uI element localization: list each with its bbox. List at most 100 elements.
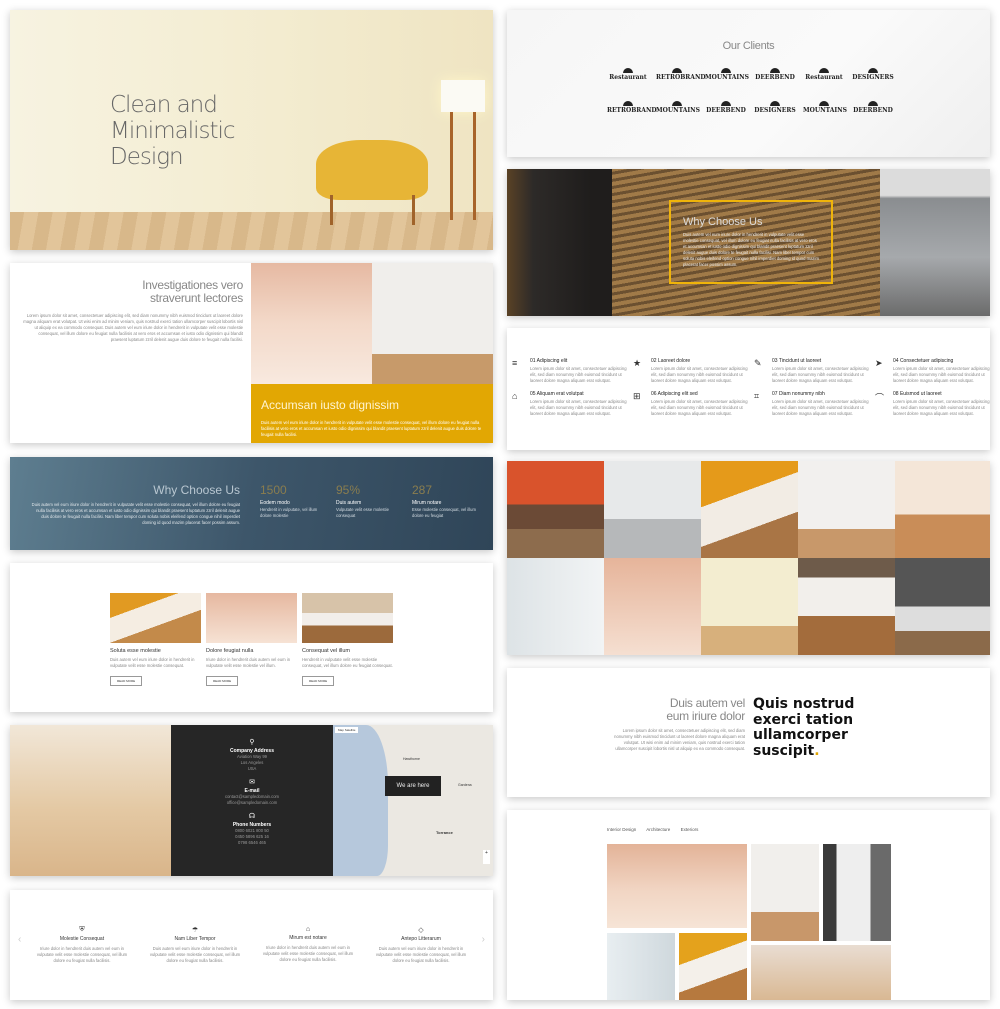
- feature-text: Lorem ipsum dolor sit amet, consectetuer…: [893, 399, 990, 416]
- why-choose-us-banner: Why Choose Us Duis autem vel eum iriure …: [507, 169, 990, 316]
- zoom-control[interactable]: +: [483, 850, 490, 864]
- client-logo[interactable]: RETROBRAND: [656, 68, 706, 81]
- logo-text: Restaurant: [609, 74, 647, 81]
- feature-title: 02 Laoreet dolore: [651, 358, 691, 364]
- portfolio-image[interactable]: [751, 945, 891, 1000]
- client-logo[interactable]: DEERBEND: [705, 101, 747, 114]
- stat-title: Mirum notare: [412, 500, 442, 506]
- tab-interior-design[interactable]: Interior Design: [607, 827, 636, 832]
- umbrella-icon: ☂: [191, 927, 199, 934]
- gallery-image[interactable]: [895, 558, 990, 655]
- service-title: Mirum est notare: [289, 935, 327, 941]
- gallery-image[interactable]: [798, 461, 895, 558]
- feature-text: Lorem ipsum dolor sit amet, consectetuer…: [530, 399, 627, 416]
- client-logo[interactable]: DEERBEND: [754, 68, 796, 81]
- read-more-button[interactable]: READ MORE: [110, 676, 143, 686]
- gallery-image[interactable]: [895, 461, 990, 558]
- stat-text: Esse molestie consequat, vel illum dolor…: [412, 507, 477, 518]
- armchair-image: [372, 263, 493, 384]
- gallery-image[interactable]: [798, 558, 895, 655]
- read-more-button[interactable]: READ MORE: [206, 676, 239, 686]
- email-link[interactable]: office@sampledomain.com: [171, 800, 333, 806]
- logo-emblem: [721, 101, 731, 106]
- card-text: Hendrerit in vulputate velit esse molest…: [302, 657, 393, 668]
- stat-number: 95%: [336, 483, 361, 497]
- pin-icon: ★: [633, 358, 642, 368]
- feature-item: ➤ 04 Consectetuer adipiscing Lorem ipsum d…: [875, 358, 990, 384]
- logo-text: DEERBEND: [706, 107, 746, 114]
- stat-item: 287 Mirum notare Esse molestie consequat, …: [412, 483, 477, 519]
- feature-title: 07 Diam nonummy nibh: [772, 391, 825, 397]
- paper-plane-icon: ➤: [875, 358, 883, 368]
- map-type-control[interactable]: Map Satellite: [335, 727, 359, 733]
- contact-section: ⚲ Company Address Aviation Way 99 Los An…: [10, 725, 493, 876]
- client-logo[interactable]: MOUNTAINS: [705, 68, 750, 81]
- logo-text: DEERBEND: [853, 107, 893, 114]
- gallery-image[interactable]: [507, 558, 604, 655]
- portfolio-filter-tabs: Interior Design Architecture Exteriors: [607, 827, 707, 832]
- portfolio-image[interactable]: [607, 844, 747, 928]
- hero-title: Clean and Minimalistic Design: [110, 92, 236, 170]
- quote-section: Duis autem vel eum iriure dolor Lorem ips…: [507, 668, 990, 797]
- feature-item: ⌗ 07 Diam nonummy nibh Lorem ipsum dolor s…: [754, 391, 869, 417]
- map[interactable]: Map Satellite We are here Torrance Garde…: [333, 725, 493, 876]
- client-logo[interactable]: MOUNTAINS: [656, 101, 700, 114]
- gallery-image[interactable]: [701, 461, 798, 558]
- card-item: Dolore feugiat nulla Iriure dolor in hend…: [206, 593, 297, 687]
- why-title: Why Choose Us: [153, 483, 240, 497]
- logo-emblem: [672, 101, 682, 106]
- tab-exteriors[interactable]: Exteriors: [681, 827, 699, 832]
- stat-number: 1500: [260, 483, 287, 497]
- stat-text: Hendrerit in vulputate, vel illum dolore…: [260, 507, 318, 518]
- client-logo[interactable]: DESIGNERS: [852, 68, 894, 81]
- floor-lamp-shade: [441, 80, 485, 112]
- chevron-right-icon[interactable]: ›: [482, 934, 485, 945]
- gallery-image[interactable]: [701, 558, 798, 655]
- portfolio-image[interactable]: [823, 844, 891, 941]
- portfolio-image[interactable]: [751, 844, 819, 941]
- logo-emblem: [868, 68, 878, 73]
- accent-text: Duis autem vel eum iriure dolor in hendr…: [261, 420, 482, 437]
- gallery-image[interactable]: [604, 461, 701, 558]
- logo-text: RETROBRAND: [656, 74, 706, 81]
- diamond-icon: ◇: [418, 927, 424, 934]
- card-image: [302, 593, 393, 643]
- office-image: [251, 263, 372, 384]
- feature-item: ⊞ 06 Adipiscing elit sed Lorem ipsum dolor…: [633, 391, 748, 417]
- portfolio-image[interactable]: [679, 933, 747, 1000]
- window-image: [880, 169, 990, 316]
- gallery-image[interactable]: [507, 461, 604, 558]
- gallery-image[interactable]: [604, 558, 701, 655]
- client-logo[interactable]: DEERBEND: [852, 101, 894, 114]
- client-logo[interactable]: MOUNTAINS: [803, 101, 847, 114]
- quote-headline: Quis nostrud exerci tation ullamcorper susc…: [753, 696, 855, 759]
- tab-architecture[interactable]: Architecture: [646, 827, 670, 832]
- dark-wall: [507, 169, 612, 316]
- why-box: Why Choose Us Duis autem vel eum iriure …: [669, 200, 833, 284]
- feature-title: 08 Euismod ut laoreet: [893, 391, 942, 397]
- why-choose-us-stats: Why Choose Us Duis autem vel eum iriure …: [10, 457, 493, 550]
- client-logo[interactable]: RETROBRAND: [607, 101, 657, 114]
- chevron-left-icon[interactable]: ‹: [18, 934, 21, 945]
- service-title: Molestie Consequat: [59, 936, 105, 942]
- service-item: ⌂ Mirum est notare Iriure dolor in hendrer…: [258, 926, 358, 963]
- card-image: [206, 593, 297, 643]
- portfolio-image[interactable]: [607, 933, 675, 1000]
- logo-text: DEERBEND: [755, 74, 795, 81]
- envelope-icon: ✉: [249, 779, 255, 786]
- shield-icon: ⛨: [79, 926, 85, 933]
- service-text: Iriure dolor in hendrerit duis autem vel…: [262, 945, 354, 962]
- service-item: ◇ Antepo Litterarum Duis autem vel eum iri…: [371, 926, 471, 964]
- logo-emblem: [868, 101, 878, 106]
- stat-title: Eodem modo: [260, 500, 290, 506]
- client-logo[interactable]: Restaurant: [803, 68, 845, 81]
- logo-text: MOUNTAINS: [705, 74, 750, 81]
- card-text: Duis autem vel eum iriure dolor in hendr…: [110, 657, 195, 668]
- client-logo[interactable]: DESIGNERS: [754, 101, 796, 114]
- feature-text: Lorem ipsum dolor sit amet, consectetuer…: [772, 399, 869, 416]
- about-section: Investigationes vero straverunt lectores …: [10, 263, 493, 443]
- read-more-button[interactable]: READ MORE: [302, 676, 335, 686]
- client-logo[interactable]: Restaurant: [607, 68, 649, 81]
- map-label: Gardena: [458, 783, 472, 787]
- feature-item: ≡ 01 Adipiscing elit Lorem ipsum dolor sit…: [512, 358, 627, 384]
